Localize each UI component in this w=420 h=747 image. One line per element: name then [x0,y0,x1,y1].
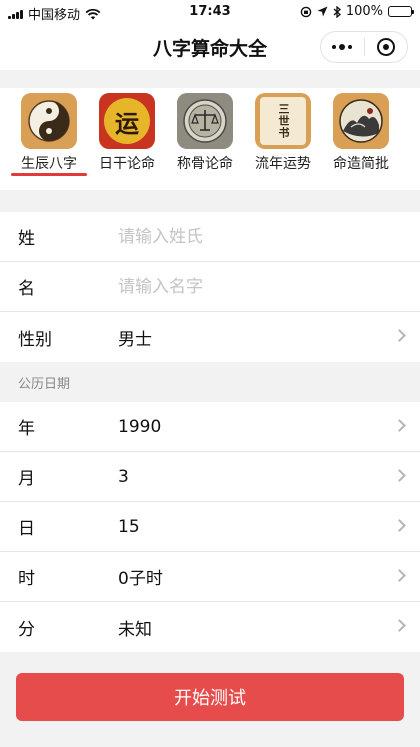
yin-yang-icon [21,93,77,149]
day-value: 15 [118,516,140,537]
target-icon [376,38,395,56]
tab-day-stem[interactable]: 运 日干论命 [88,88,166,190]
scroll-icon: 三世书 [255,93,311,149]
tab-label: 生辰八字 [21,156,77,172]
tab-label: 命造简批 [333,156,389,172]
more-button[interactable] [321,32,364,62]
status-bar: 中国移动 17:43 100% [0,0,420,24]
tab-label: 日干论命 [99,156,155,172]
tab-bone-weight[interactable]: 称骨论命 [166,88,244,190]
month-value: 3 [118,466,129,487]
month-picker[interactable]: 月 3 [0,452,420,502]
date-section: 年 1990 月 3 日 15 时 0子时 分 未知 [0,402,420,652]
bluetooth-icon [333,5,341,18]
tab-yearly-fortune[interactable]: 三世书 流年运势 [244,88,322,190]
section-caption: 公历日期 [18,376,71,392]
battery-percent: 100% [345,4,383,19]
surname-input[interactable] [118,226,420,247]
fortune-character-icon: 运 [99,93,155,149]
close-mini-program-button[interactable] [365,32,408,62]
gender-value: 男士 [118,329,152,350]
scroll-glyph: 三世书 [277,103,290,139]
category-tabs: 生辰八字 运 日干论命 称骨论命 三世书 流年运势 命造简批 [0,88,420,190]
battery-icon [388,6,414,17]
tab-label: 流年运势 [255,156,311,172]
tab-birth-bazi[interactable]: 生辰八字 [10,88,88,190]
gender-label: 性别 [18,329,52,350]
given-name-input[interactable] [118,276,420,297]
location-icon [317,6,328,17]
more-icon [332,44,353,50]
hour-value: 0子时 [118,569,163,589]
year-picker[interactable]: 年 1990 [0,402,420,452]
active-tab-indicator [11,173,87,176]
surname-row: 姓 [0,212,420,262]
nav-bar: 八字算命大全 [0,24,420,70]
ink-painting-icon [333,93,389,149]
surname-label: 姓 [18,229,35,249]
month-label: 月 [18,469,35,489]
start-test-button[interactable]: 开始测试 [16,673,404,721]
hour-label: 时 [18,569,35,589]
tab-label: 称骨论命 [177,156,233,172]
status-right: 100% [300,4,414,19]
personal-info-section: 姓 名 性别 男士 [0,212,420,362]
hour-picker[interactable]: 时 0子时 [0,552,420,602]
year-label: 年 [18,419,35,439]
given-name-label: 名 [18,279,35,299]
tab-destiny-brief[interactable]: 命造简批 [322,88,400,190]
given-name-row: 名 [0,262,420,312]
minute-label: 分 [18,619,35,640]
day-label: 日 [18,519,35,539]
year-value: 1990 [118,416,162,437]
scale-icon [177,93,233,149]
orientation-lock-icon [300,6,312,17]
minute-value: 未知 [118,619,152,640]
day-picker[interactable]: 日 15 [0,502,420,552]
mini-program-capsule [320,31,408,63]
fortune-glyph: 运 [115,108,139,138]
minute-picker[interactable]: 分 未知 [0,602,420,652]
gender-picker[interactable]: 性别 男士 [0,312,420,362]
